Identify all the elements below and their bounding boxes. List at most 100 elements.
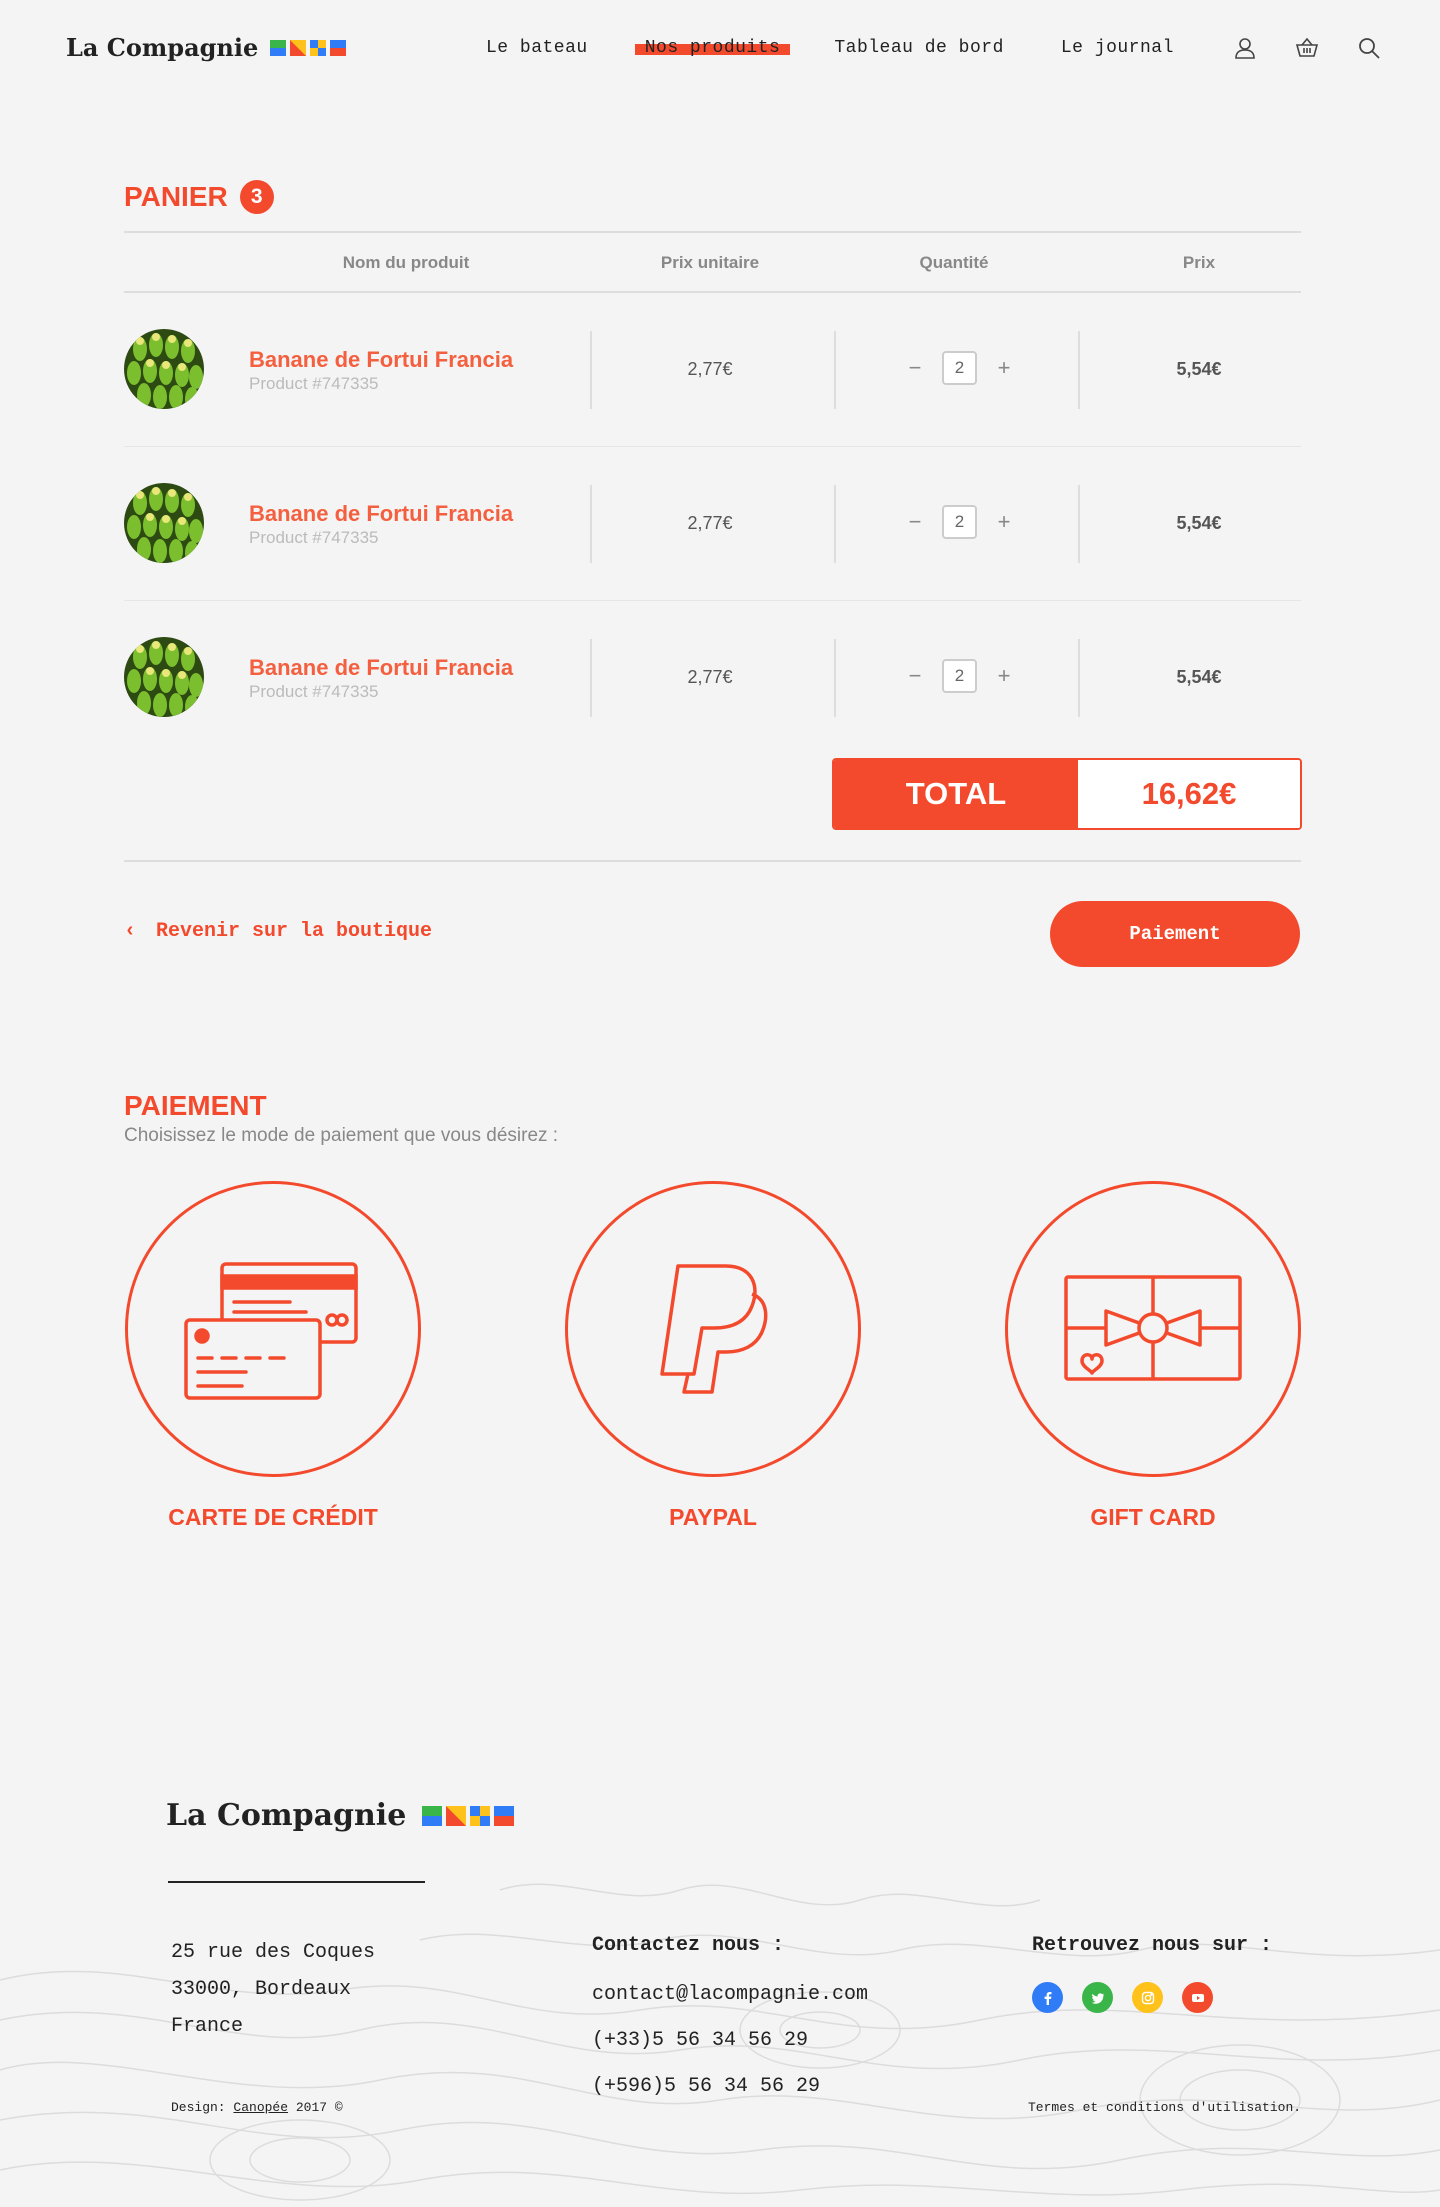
- youtube-icon[interactable]: [1182, 1982, 1213, 2013]
- logo-square-2: [290, 39, 307, 56]
- logo-square-4: [494, 1805, 515, 1826]
- contact-title: Contactez nous :: [592, 1934, 785, 1957]
- credit-card-icon: [184, 1262, 358, 1400]
- product-image[interactable]: [124, 483, 204, 563]
- column-header-product: Nom du produit: [342, 253, 470, 272]
- terms-link[interactable]: Termes et conditions d'utilisation.: [1028, 2100, 1301, 2115]
- contact-email[interactable]: contact@lacompagnie.com: [592, 1981, 868, 2008]
- footer-social: Retrouvez nous sur :: [1032, 1934, 1272, 2013]
- designer-link[interactable]: Canopée: [233, 2100, 288, 2115]
- product-id: Product #747335: [249, 528, 379, 547]
- cart-row: Banane de Fortui Francia Product #747335…: [124, 601, 1301, 755]
- footer-logo-text: La Compagnie: [166, 1798, 407, 1833]
- quantity-value[interactable]: 2: [942, 659, 977, 693]
- contact-phone[interactable]: (+596)5 56 34 56 29: [592, 2073, 868, 2100]
- checkout-button[interactable]: Paiement: [1050, 901, 1300, 967]
- search-icon[interactable]: [1357, 36, 1381, 60]
- instagram-icon[interactable]: [1132, 1982, 1163, 2013]
- column-divider: [590, 331, 592, 409]
- quantity-increase-button[interactable]: +: [993, 663, 1015, 689]
- column-divider: [590, 485, 592, 563]
- logo-text: La Compagnie: [66, 33, 259, 62]
- column-divider: [834, 639, 836, 717]
- column-header-unit-price: Prix unitaire: [660, 253, 760, 272]
- product-image[interactable]: [124, 329, 204, 409]
- quantity-decrease-button[interactable]: −: [904, 509, 926, 535]
- user-icon[interactable]: [1233, 36, 1257, 60]
- payment-method-label: CARTE DE CRÉDIT: [168, 1504, 378, 1530]
- nav-tableau-de-bord[interactable]: Tableau de bord: [834, 38, 1004, 58]
- site-footer: La Compagnie 25 rue des Coques 33000, Bo…: [0, 1770, 1440, 2207]
- site-header: La Compagnie Le bateau Nos produits Tabl…: [0, 0, 1440, 100]
- payment-subtitle: Choisissez le mode de paiement que vous …: [124, 1125, 559, 1146]
- total-label: TOTAL: [834, 760, 1078, 828]
- product-unit-price: 2,77€: [687, 359, 733, 379]
- back-to-shop-link[interactable]: ‹ Revenir sur la boutique: [124, 920, 432, 943]
- column-divider: [834, 485, 836, 563]
- payment-method-gift-card[interactable]: GIFT CARD: [1005, 1181, 1301, 1531]
- cart-total: TOTAL 16,62€: [832, 758, 1302, 830]
- contact-phone[interactable]: (+33)5 56 34 56 29: [592, 2027, 868, 2054]
- twitter-icon[interactable]: [1082, 1982, 1113, 2013]
- cart-row: Banane de Fortui Francia Product #747335…: [124, 293, 1301, 447]
- cart-row: Banane de Fortui Francia Product #747335…: [124, 447, 1301, 601]
- product-id: Product #747335: [249, 682, 379, 701]
- total-value: 16,62€: [1078, 760, 1300, 828]
- quantity-increase-button[interactable]: +: [993, 509, 1015, 535]
- credits-prefix: Design:: [171, 2100, 226, 2115]
- column-header-price: Prix: [1182, 253, 1216, 272]
- main-nav: Le bateau Nos produits Tableau de bord L…: [486, 38, 1174, 58]
- cart-count-badge: 3: [239, 180, 274, 214]
- product-total-price: 5,54€: [1176, 359, 1222, 379]
- product-image[interactable]: [124, 637, 204, 717]
- back-to-shop-label: Revenir sur la boutique: [156, 920, 433, 943]
- product-total-price: 5,54€: [1176, 667, 1222, 687]
- credit-card-option[interactable]: [125, 1181, 421, 1477]
- product-name[interactable]: Banane de Fortui Francia: [249, 655, 513, 681]
- logo-square-3: [470, 1805, 491, 1826]
- product-id: Product #747335: [249, 374, 379, 393]
- quantity-stepper: − 2 +: [904, 505, 1015, 539]
- address-line: 33000, Bordeaux: [171, 1978, 352, 2001]
- chevron-left-icon: ‹: [124, 920, 137, 943]
- column-divider: [1078, 485, 1080, 563]
- quantity-increase-button[interactable]: +: [993, 355, 1015, 381]
- footer-credits: Design: Canopée 2017 ©: [171, 2100, 343, 2115]
- paypal-icon: [660, 1264, 768, 1394]
- header-actions: [1233, 36, 1381, 60]
- column-divider: [1078, 331, 1080, 409]
- nav-le-journal[interactable]: Le journal: [1061, 38, 1174, 58]
- paypal-option[interactable]: [565, 1181, 861, 1477]
- cart-title-text: PANIER: [124, 181, 228, 212]
- logo[interactable]: La Compagnie: [66, 33, 347, 62]
- social-links: [1032, 1982, 1272, 2013]
- logo-square-3: [310, 39, 327, 56]
- quantity-value[interactable]: 2: [942, 351, 977, 385]
- address-line: 25 rue des Coques: [171, 1941, 376, 1964]
- logo-square-4: [330, 39, 347, 56]
- payment-method-credit-card[interactable]: CARTE DE CRÉDIT: [125, 1181, 421, 1531]
- basket-icon[interactable]: [1295, 36, 1319, 60]
- address-line: France: [171, 2015, 244, 2038]
- facebook-icon[interactable]: [1032, 1982, 1063, 2013]
- footer-logo[interactable]: La Compagnie: [166, 1798, 515, 1833]
- quantity-value[interactable]: 2: [942, 505, 977, 539]
- quantity-stepper: − 2 +: [904, 659, 1015, 693]
- product-unit-price: 2,77€: [687, 667, 733, 687]
- payment-method-paypal[interactable]: PAYPAL: [565, 1181, 861, 1531]
- quantity-decrease-button[interactable]: −: [904, 355, 926, 381]
- cart-title: PANIER 3: [124, 180, 1301, 214]
- credits-suffix: 2017 ©: [295, 2100, 343, 2115]
- product-name[interactable]: Banane de Fortui Francia: [249, 347, 513, 373]
- footer-address: 25 rue des Coques 33000, Bordeaux France: [171, 1934, 375, 2045]
- logo-square-2: [446, 1805, 467, 1826]
- product-total-price: 5,54€: [1176, 513, 1222, 533]
- quantity-decrease-button[interactable]: −: [904, 663, 926, 689]
- gift-card-option[interactable]: [1005, 1181, 1301, 1477]
- payment-section: PAIEMENT Choisissez le mode de paiement …: [124, 1090, 1301, 1530]
- nav-le-bateau[interactable]: Le bateau: [486, 38, 588, 58]
- logo-mark: [270, 39, 347, 56]
- product-name[interactable]: Banane de Fortui Francia: [249, 501, 513, 527]
- nav-nos-produits[interactable]: Nos produits: [634, 38, 790, 58]
- gift-card-icon: [1064, 1275, 1242, 1381]
